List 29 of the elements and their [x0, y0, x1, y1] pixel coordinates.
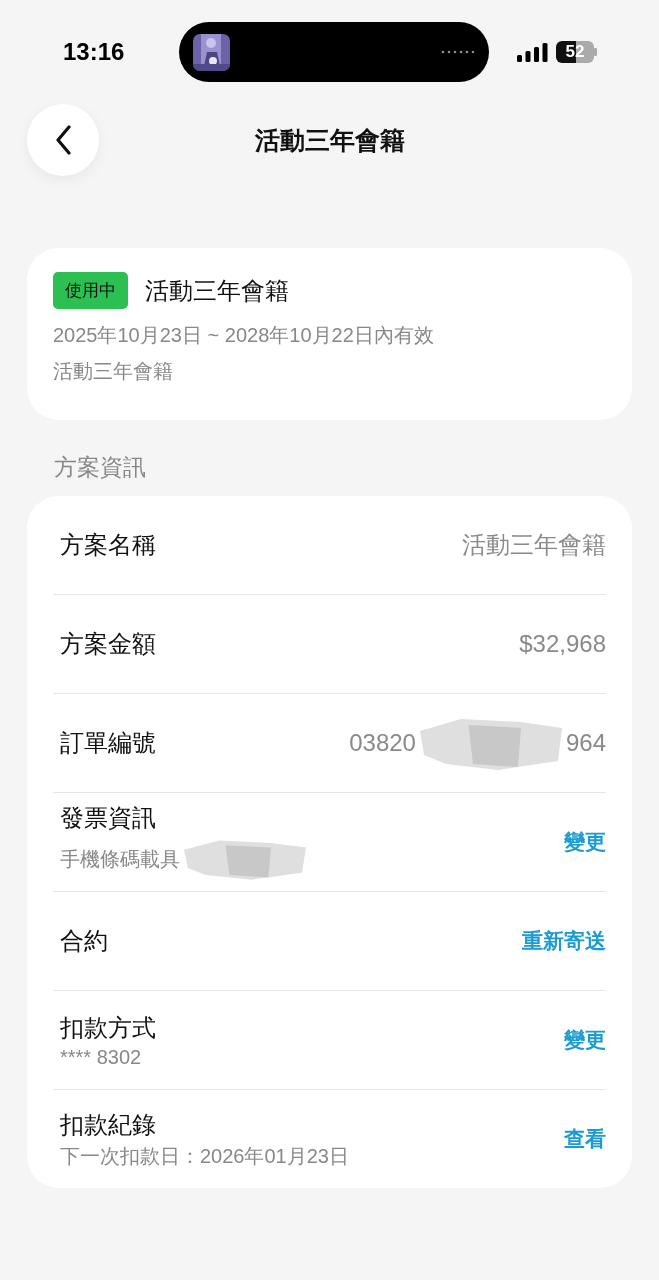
page-title: 活動三年會籍 [253, 124, 406, 156]
row-label: 訂單編號 [60, 728, 156, 758]
row-subtitle: 下一次扣款日：2026年01月23日 [60, 1143, 349, 1169]
row-value: 活動三年會籍 [462, 530, 606, 560]
row-value: 03820 [349, 729, 416, 757]
action-link[interactable]: 查看 [564, 1125, 606, 1153]
row-subtitle: **** 8302 [60, 1045, 142, 1069]
action-link[interactable]: 變更 [564, 828, 606, 856]
row-label: 合約 [60, 926, 108, 956]
battery-cap-icon [594, 48, 597, 56]
row-label: 方案名稱 [60, 530, 156, 560]
row-label: 發票資訊 [60, 803, 157, 833]
row-label: 方案金額 [60, 629, 156, 659]
row-label: 扣款紀錄 [60, 1109, 157, 1140]
membership-name: 活動三年會籍 [145, 275, 289, 306]
membership-note: 活動三年會籍 [53, 359, 174, 384]
status-time: 13:16 [63, 38, 125, 66]
row-value: 964 [565, 729, 606, 757]
row-label: 扣款方式 [60, 1012, 156, 1043]
signal-icon [517, 42, 548, 62]
row-subtitle: 手機條碼載具 [60, 846, 180, 872]
row-value: $32,968 [519, 630, 606, 658]
dots-icon [440, 50, 475, 54]
section-title: 方案資訊 [54, 453, 147, 482]
status-badge: 使用中 [53, 272, 128, 309]
back-icon [55, 125, 71, 155]
action-link[interactable]: 重新寄送 [522, 927, 606, 955]
validity-period: 2025年10月23日 ~ 2028年10月22日內有效 [53, 323, 435, 348]
action-link[interactable]: 變更 [564, 1026, 606, 1054]
